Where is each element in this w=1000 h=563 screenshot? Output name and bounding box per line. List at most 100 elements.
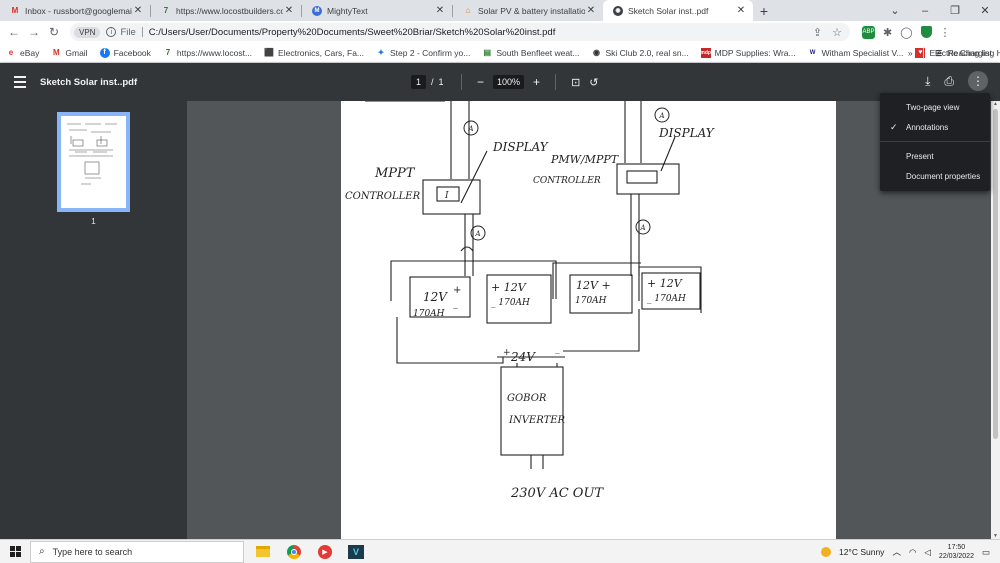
clock-time: 17:50 bbox=[947, 544, 966, 551]
bus-plus: + bbox=[503, 348, 511, 358]
network-icon[interactable]: ◠ bbox=[909, 547, 916, 558]
extensions-area: ABP ✱ ◯ ⋮ bbox=[862, 25, 951, 39]
reload-icon[interactable]: ↻ bbox=[44, 25, 64, 39]
tab-search-icon[interactable]: ⌄ bbox=[880, 4, 910, 17]
show-hidden-icons[interactable]: ︿ bbox=[892, 546, 901, 558]
url-text[interactable]: C:/Users/User/Documents/Property%20Docum… bbox=[149, 27, 556, 38]
pdf-title: Sketch Solar inst..pdf bbox=[40, 76, 138, 88]
file-explorer-icon[interactable] bbox=[252, 541, 274, 563]
rotate-icon[interactable]: ↺ bbox=[589, 76, 598, 89]
clock-date: 22/03/2022 bbox=[938, 553, 974, 560]
mdp-icon: mdp bbox=[700, 47, 711, 58]
puzzle-icon[interactable]: ✱ bbox=[883, 26, 892, 39]
vpn-app-icon[interactable]: V bbox=[345, 541, 367, 563]
back-icon[interactable]: ← bbox=[4, 25, 24, 39]
menu-item-label: Present bbox=[906, 151, 934, 161]
scrollbar-thumb[interactable] bbox=[993, 109, 998, 439]
bookmark-facebook[interactable]: f Facebook bbox=[99, 47, 151, 58]
weather-text[interactable]: 12°C Sunny bbox=[839, 547, 884, 557]
page-thumbnail[interactable] bbox=[57, 112, 130, 212]
shopping-icon: ⬛ bbox=[264, 48, 275, 57]
print-icon[interactable]: ⎙ bbox=[944, 74, 954, 89]
bookmarks-bar: e eBay M Gmail f Facebook 7 https://www.loco… bbox=[0, 43, 1000, 63]
pinned-apps: ▶ V bbox=[252, 541, 367, 563]
fit-page-icon[interactable]: ⊡ bbox=[571, 76, 580, 89]
vpn-badge[interactable]: VPN bbox=[74, 26, 101, 38]
bookmark-electronics[interactable]: ⬛ Electronics, Cars, Fa... bbox=[264, 48, 364, 58]
clock[interactable]: 17:50 22/03/2022 bbox=[939, 543, 974, 561]
info-icon[interactable]: i bbox=[106, 27, 117, 37]
bookmark-ebay[interactable]: e eBay bbox=[6, 48, 40, 58]
new-tab-button[interactable]: + bbox=[753, 0, 775, 21]
sun-icon bbox=[820, 547, 831, 557]
bookmark-weather[interactable]: ▤ South Benfleet weat... bbox=[482, 48, 580, 58]
vertical-scrollbar[interactable]: ▲ ▼ bbox=[991, 101, 1000, 539]
solar-site-icon: ⌂ bbox=[465, 6, 471, 15]
menu-item-two-page-view[interactable]: Two-page view bbox=[880, 97, 990, 117]
tab-solar[interactable]: ⌂ Solar PV & battery installation on ✕ bbox=[453, 0, 603, 21]
thumbnail-sketch bbox=[67, 123, 117, 185]
volume-icon[interactable]: ◁ bbox=[924, 547, 931, 558]
close-icon[interactable]: ✕ bbox=[283, 5, 295, 16]
reading-list-button[interactable]: ☰ Reading list bbox=[934, 48, 992, 58]
tab-mightytext[interactable]: M MightyText ✕ bbox=[302, 0, 452, 21]
bookmark-gmail[interactable]: M Gmail bbox=[51, 48, 88, 58]
tab-gmail[interactable]: M Inbox - russbort@googlemail.co ✕ bbox=[0, 0, 150, 21]
bookmark-witham[interactable]: W Witham Specialist V... bbox=[808, 48, 904, 58]
locost-icon: 7 bbox=[163, 6, 169, 15]
notifications-icon[interactable]: ▭ bbox=[982, 547, 990, 558]
scroll-up-icon[interactable]: ▲ bbox=[991, 101, 1000, 107]
display-label-right: DISPLAY bbox=[658, 126, 715, 140]
download-icon[interactable]: ⤓ bbox=[925, 74, 930, 89]
close-icon[interactable]: ✕ bbox=[735, 5, 747, 16]
zoom-in-icon[interactable]: + bbox=[533, 75, 540, 89]
chrome-icon[interactable] bbox=[283, 541, 305, 563]
tab-locost[interactable]: 7 https://www.locostbuilders.co.uk ✕ bbox=[151, 0, 301, 21]
more-actions-icon[interactable]: ⋮ bbox=[968, 71, 988, 91]
bookmark-label: Ski Club 2.0, real sn... bbox=[605, 47, 689, 58]
media-player-icon[interactable]: ▶ bbox=[314, 541, 336, 563]
battery-2-voltage: + 12V bbox=[491, 281, 527, 294]
bookmark-step2[interactable]: ✦ Step 2 - Confirm yo... bbox=[376, 48, 471, 58]
forward-icon[interactable]: → bbox=[24, 25, 44, 39]
start-button[interactable] bbox=[0, 546, 30, 557]
adblock-icon[interactable]: ABP bbox=[862, 25, 875, 39]
scheme-label: File bbox=[120, 26, 136, 38]
address-bar[interactable]: VPN i File C:/Users/User/Documents/Prope… bbox=[70, 23, 850, 41]
tab-title: Sketch Solar inst..pdf bbox=[628, 5, 709, 16]
profile-icon[interactable]: ◯ bbox=[900, 26, 912, 39]
thumbnail-label: 1 bbox=[91, 217, 96, 226]
marker-a-label: A bbox=[467, 125, 473, 133]
gmail-icon: M bbox=[53, 48, 60, 57]
page-count: 1 bbox=[438, 77, 444, 87]
browser-menu-icon[interactable]: ⋮ bbox=[940, 26, 951, 39]
tab-sketch-pdf[interactable]: ◉ Sketch Solar inst..pdf ✕ bbox=[603, 0, 753, 21]
toolbar-divider bbox=[461, 74, 462, 90]
share-icon[interactable]: ⇪ bbox=[813, 26, 822, 39]
pdf-viewer[interactable]: A A A A DISPLAY DISPLAY MPPT CONTROLLER … bbox=[187, 101, 991, 539]
bookmarks-overflow[interactable]: » bbox=[908, 48, 913, 58]
page-number-input[interactable]: 1 bbox=[411, 75, 427, 89]
checkmark-icon: ✓ bbox=[890, 121, 898, 132]
bookmark-mdp[interactable]: mdp MDP Supplies: Wra... bbox=[700, 47, 796, 58]
restore-icon[interactable]: ❐ bbox=[940, 4, 970, 17]
taskbar: ⌕ Type here to search ▶ V 12°C Sunny ︿ ◠… bbox=[0, 539, 1000, 563]
taskbar-search[interactable]: ⌕ Type here to search bbox=[30, 540, 244, 563]
sidebar-toggle-icon[interactable] bbox=[0, 76, 40, 88]
pdf-toolbar: Sketch Solar inst..pdf 1 / 1 − 100% + ⊡ … bbox=[0, 63, 1000, 101]
bookmark-star-icon[interactable]: ☆ bbox=[832, 26, 842, 39]
menu-item-document-properties[interactable]: Document properties bbox=[880, 166, 990, 186]
close-icon[interactable]: ✕ bbox=[132, 5, 144, 16]
shield-icon[interactable] bbox=[920, 26, 932, 38]
bookmark-skiclub[interactable]: ◉ Ski Club 2.0, real sn... bbox=[592, 48, 689, 58]
bus-minus: _ bbox=[555, 344, 560, 354]
close-icon[interactable]: ✕ bbox=[434, 5, 446, 16]
minimize-icon[interactable]: – bbox=[910, 5, 940, 17]
menu-item-annotations[interactable]: ✓ Annotations bbox=[880, 117, 990, 137]
zoom-out-icon[interactable]: − bbox=[477, 75, 484, 89]
close-window-icon[interactable]: ✕ bbox=[970, 4, 1000, 17]
zoom-input[interactable]: 100% bbox=[493, 75, 525, 89]
bookmark-locost[interactable]: 7 https://www.locost... bbox=[163, 48, 252, 58]
close-icon[interactable]: ✕ bbox=[585, 5, 597, 16]
menu-item-present[interactable]: Present bbox=[880, 146, 990, 166]
